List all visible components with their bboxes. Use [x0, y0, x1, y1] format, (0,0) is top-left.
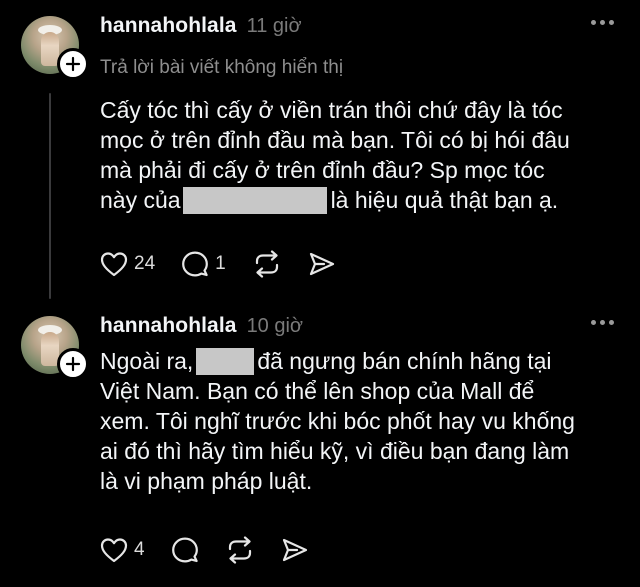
redacted-block — [196, 348, 255, 375]
like-count: 24 — [134, 253, 156, 274]
post-text: Cấy tóc thì cấy ở viền trán thôi chứ đây… — [100, 95, 620, 215]
username[interactable]: hannahohlala — [100, 314, 237, 338]
post-text-line: mà phải đi cấy ở trên đỉnh đầu? Sp mọc t… — [100, 157, 545, 183]
username[interactable]: hannahohlala — [100, 14, 237, 38]
reply-button[interactable]: 1 — [181, 250, 226, 278]
post-text: Ngoài ra, đã ngưng bán chính hãng tại Việ… — [100, 346, 620, 496]
comment-icon — [171, 537, 198, 563]
like-button[interactable]: 4 — [100, 537, 145, 563]
like-count: 4 — [134, 539, 145, 560]
more-dots-icon[interactable] — [591, 20, 614, 25]
post-text-line: mọc ở trên đỉnh đầu mà bạn. Tôi có bị hó… — [100, 127, 570, 153]
action-bar: 4 — [100, 534, 335, 566]
avatar[interactable] — [21, 16, 89, 80]
share-button[interactable] — [281, 537, 309, 563]
post-text-line: Việt Nam. Bạn có thể lên shop của Mall đ… — [100, 378, 535, 404]
post-text-line: ai đó thì hãy tìm hiểu kỹ, vì điều bạn đ… — [100, 438, 570, 464]
share-button[interactable] — [308, 251, 336, 277]
post-header: hannahohlala 11 giờ — [100, 14, 620, 44]
send-icon — [282, 538, 307, 562]
reply-count: 1 — [215, 253, 226, 274]
send-icon — [309, 252, 334, 276]
post-text-line: xem. Tôi nghĩ trước khi bóc phốt hay vu … — [100, 408, 575, 434]
post-text-line: là hiệu quả thật bạn ạ. — [330, 187, 559, 213]
follow-plus-icon[interactable] — [57, 48, 89, 80]
repost-button[interactable] — [252, 250, 282, 278]
timestamp: 11 giờ — [246, 15, 302, 37]
reply-context[interactable]: Trả lời bài viết không hiển thị — [100, 57, 343, 79]
post-text-line: Ngoài ra, — [100, 348, 194, 374]
heart-icon — [100, 538, 128, 563]
comment-icon — [182, 251, 209, 277]
post-text-line: này của — [100, 187, 181, 213]
repost-icon — [255, 250, 278, 278]
avatar[interactable] — [21, 316, 89, 380]
post-text-line: đã ngưng bán chính hãng tại — [257, 348, 552, 374]
post: hannahohlala 11 giờ Trả lời bài viết khô… — [0, 0, 640, 300]
action-bar: 24 1 — [100, 248, 362, 280]
post: hannahohlala 10 giờ Ngoài ra, đã ngưng bá… — [0, 300, 640, 587]
timestamp: 10 giờ — [246, 315, 304, 337]
heart-icon — [100, 252, 128, 277]
like-button[interactable]: 24 — [100, 251, 155, 277]
redacted-block — [182, 187, 327, 214]
reply-button[interactable] — [171, 536, 199, 564]
follow-plus-icon[interactable] — [57, 348, 89, 380]
more-dots-icon[interactable] — [591, 320, 614, 325]
thread-line — [49, 93, 51, 299]
threads-reply-view: hannahohlala 11 giờ Trả lời bài viết khô… — [0, 0, 640, 587]
post-text-line: Cấy tóc thì cấy ở viền trán thôi chứ đây… — [100, 97, 563, 123]
post-header: hannahohlala 10 giờ — [100, 314, 620, 344]
repost-button[interactable] — [225, 536, 255, 564]
repost-icon — [228, 536, 251, 564]
post-text-line: là vi phạm pháp luật. — [100, 468, 313, 494]
